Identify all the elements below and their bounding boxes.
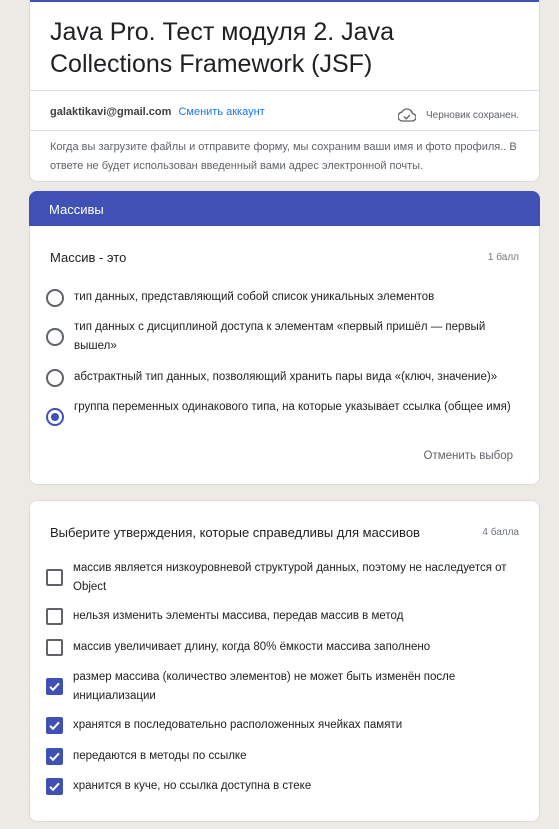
q2-option-1[interactable]: массив является низкоуровневой структуро… (46, 559, 516, 597)
checkbox[interactable] (46, 608, 63, 625)
draft-status: Черновик сохранен. (398, 108, 519, 122)
q2-option-4[interactable]: размер массива (количество элементов) не… (46, 668, 516, 706)
option-label: хранится в куче, но ссылка доступна в ст… (73, 780, 312, 792)
q2-option-7[interactable]: хранится в куче, но ссылка доступна в ст… (46, 777, 516, 796)
radio-button-selected[interactable] (46, 408, 64, 426)
header-divider (30, 90, 539, 91)
option-label: абстрактный тип данных, позволяющий хран… (74, 371, 498, 383)
form-title: Java Pro. Тест модуля 2. Java Collection… (50, 18, 394, 78)
form-header-card: Java Pro. Тест модуля 2. Java Collection… (29, 0, 540, 182)
cloud-check-icon (398, 108, 416, 122)
checkbox-checked[interactable] (46, 678, 63, 695)
q1-option-4[interactable]: группа переменных одинакового типа, на к… (46, 398, 516, 426)
check-icon (49, 782, 60, 792)
q1-option-3[interactable]: абстрактный тип данных, позволяющий хран… (46, 368, 516, 387)
option-label: передаются в методы по ссылке (73, 750, 247, 762)
question-card-1: Массив - это 1 балл тип данных, представ… (29, 226, 540, 485)
question-card-2: Выберите утверждения, которые справедлив… (29, 500, 540, 822)
question-2-title: Выберите утверждения, которые справедлив… (50, 525, 420, 540)
checkbox[interactable] (46, 569, 63, 586)
checkbox[interactable] (46, 639, 63, 656)
header-divider-2 (30, 130, 539, 131)
radio-button[interactable] (46, 328, 64, 346)
checkbox-checked[interactable] (46, 717, 63, 734)
option-label: массив является низкоуровневой структуро… (73, 562, 507, 593)
radio-button[interactable] (46, 369, 64, 387)
option-label: размер массива (количество элементов) не… (73, 671, 456, 702)
check-icon (49, 752, 60, 762)
question-2-points: 4 балла (482, 527, 519, 538)
option-label: группа переменных одинакового типа, на к… (74, 401, 511, 413)
account-email: galaktikavi@gmail.com (50, 106, 172, 118)
clear-selection-button[interactable]: Отменить выбор (424, 448, 514, 464)
radio-button[interactable] (46, 289, 64, 307)
checkbox-checked[interactable] (46, 748, 63, 765)
check-icon (49, 721, 60, 731)
checkbox-checked[interactable] (46, 778, 63, 795)
q1-option-2[interactable]: тип данных с дисциплиной доступа к элеме… (46, 318, 516, 356)
q2-option-3[interactable]: массив увеличивает длину, когда 80% ёмко… (46, 638, 516, 657)
q2-option-2[interactable]: нельзя изменить элементы массива, переда… (46, 607, 516, 626)
option-label: тип данных с дисциплиной доступа к элеме… (74, 321, 486, 352)
draft-status-text: Черновик сохранен. (426, 109, 519, 121)
account-line: galaktikavi@gmail.com Сменить аккаунт (50, 106, 265, 118)
option-label: массив увеличивает длину, когда 80% ёмко… (73, 641, 431, 653)
section-header: Массивы (29, 191, 540, 228)
switch-account-link[interactable]: Сменить аккаунт (178, 106, 264, 118)
privacy-notice: Когда вы загрузите файлы и отправите фор… (50, 141, 517, 172)
question-1-title: Массив - это (50, 250, 127, 265)
q2-option-6[interactable]: передаются в методы по ссылке (46, 747, 516, 766)
q1-option-1[interactable]: тип данных, представляющий собой список … (46, 288, 516, 307)
option-label: нельзя изменить элементы массива, переда… (73, 610, 404, 622)
question-1-points: 1 балл (487, 252, 519, 263)
option-label: тип данных, представляющий собой список … (74, 291, 435, 303)
option-label: хранятся в последовательно расположенных… (73, 719, 403, 731)
check-icon (49, 682, 60, 692)
q2-option-5[interactable]: хранятся в последовательно расположенных… (46, 716, 516, 735)
